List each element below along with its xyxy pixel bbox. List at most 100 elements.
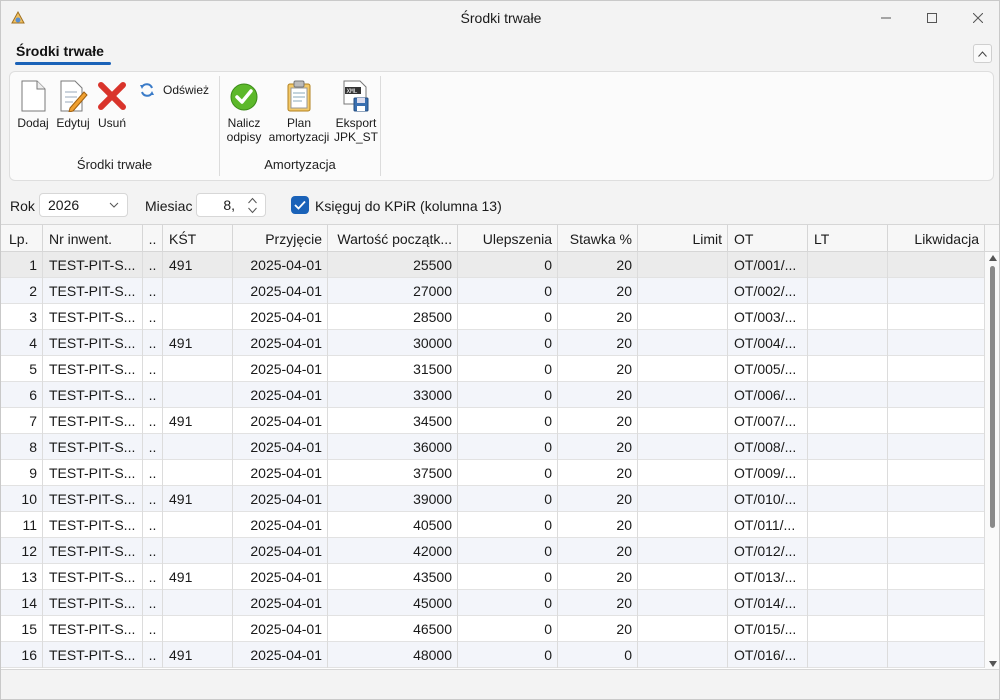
cell-wartosc[interactable]: 27000: [328, 278, 458, 304]
cell-lp[interactable]: 8: [1, 434, 43, 460]
cell-kst[interactable]: [163, 512, 233, 538]
cell-ulepszenia[interactable]: 0: [458, 486, 558, 512]
cell-ot[interactable]: OT/001/...: [728, 252, 808, 278]
cell-likwidacja[interactable]: [888, 616, 985, 642]
cell-lp[interactable]: 16: [1, 642, 43, 668]
cell-likwidacja[interactable]: [888, 486, 985, 512]
cell-wartosc[interactable]: 45000: [328, 590, 458, 616]
cell-narrow[interactable]: ..: [143, 486, 163, 512]
cell-stawka[interactable]: 20: [558, 616, 638, 642]
cell-narrow[interactable]: ..: [143, 512, 163, 538]
col-header-likwidacja[interactable]: Likwidacja: [888, 225, 985, 252]
cell-nr-inwent[interactable]: TEST-PIT-S...: [43, 434, 143, 460]
table-row[interactable]: 12 TEST-PIT-S..... 2025-04-01 42000 0 20 OT/01…: [1, 538, 985, 564]
cell-lp[interactable]: 12: [1, 538, 43, 564]
cell-limit[interactable]: [638, 486, 728, 512]
table-row[interactable]: 3 TEST-PIT-S..... 2025-04-01 28500 0 20 OT/003…: [1, 304, 985, 330]
table-row[interactable]: 4 TEST-PIT-S..... 491 2025-04-01 30000 0 20 OT/…: [1, 330, 985, 356]
cell-kst[interactable]: 491: [163, 252, 233, 278]
cell-ot[interactable]: OT/003/...: [728, 304, 808, 330]
cell-narrow[interactable]: ..: [143, 278, 163, 304]
cell-nr-inwent[interactable]: TEST-PIT-S...: [43, 486, 143, 512]
cell-nr-inwent[interactable]: TEST-PIT-S...: [43, 512, 143, 538]
cell-ot[interactable]: OT/002/...: [728, 278, 808, 304]
cell-lp[interactable]: 10: [1, 486, 43, 512]
cell-ulepszenia[interactable]: 0: [458, 304, 558, 330]
cell-kst[interactable]: [163, 590, 233, 616]
cell-nr-inwent[interactable]: TEST-PIT-S...: [43, 460, 143, 486]
delete-button[interactable]: Usuń: [95, 80, 129, 130]
cell-wartosc[interactable]: 37500: [328, 460, 458, 486]
cell-ot[interactable]: OT/016/...: [728, 642, 808, 668]
cell-stawka[interactable]: 20: [558, 304, 638, 330]
cell-ulepszenia[interactable]: 0: [458, 538, 558, 564]
add-button[interactable]: Dodaj: [15, 80, 51, 130]
cell-lp[interactable]: 4: [1, 330, 43, 356]
cell-stawka[interactable]: 20: [558, 252, 638, 278]
cell-stawka[interactable]: 0: [558, 642, 638, 668]
cell-przyjecie[interactable]: 2025-04-01: [233, 616, 328, 642]
cell-przyjecie[interactable]: 2025-04-01: [233, 434, 328, 460]
cell-ot[interactable]: OT/007/...: [728, 408, 808, 434]
spin-down-icon[interactable]: [248, 207, 257, 214]
cell-lt[interactable]: [808, 408, 888, 434]
table-row[interactable]: 6 TEST-PIT-S..... 2025-04-01 33000 0 20 OT/006…: [1, 382, 985, 408]
cell-ulepszenia[interactable]: 0: [458, 408, 558, 434]
cell-stawka[interactable]: 20: [558, 564, 638, 590]
cell-kst[interactable]: [163, 538, 233, 564]
cell-kst[interactable]: 491: [163, 330, 233, 356]
cell-ulepszenia[interactable]: 0: [458, 460, 558, 486]
col-header-lt[interactable]: LT: [808, 225, 888, 252]
cell-przyjecie[interactable]: 2025-04-01: [233, 408, 328, 434]
collapse-ribbon-button[interactable]: [973, 44, 992, 63]
cell-limit[interactable]: [638, 382, 728, 408]
cell-lt[interactable]: [808, 538, 888, 564]
cell-wartosc[interactable]: 40500: [328, 512, 458, 538]
cell-limit[interactable]: [638, 304, 728, 330]
cell-wartosc[interactable]: 46500: [328, 616, 458, 642]
table-row[interactable]: 13 TEST-PIT-S..... 491 2025-04-01 43500 0 20 OT…: [1, 564, 985, 590]
cell-lp[interactable]: 13: [1, 564, 43, 590]
cell-nr-inwent[interactable]: TEST-PIT-S...: [43, 252, 143, 278]
cell-lt[interactable]: [808, 382, 888, 408]
cell-przyjecie[interactable]: 2025-04-01: [233, 564, 328, 590]
scroll-down-icon[interactable]: [989, 661, 997, 667]
cell-lt[interactable]: [808, 486, 888, 512]
cell-lp[interactable]: 5: [1, 356, 43, 382]
cell-lt[interactable]: [808, 460, 888, 486]
col-header-nr-inwent[interactable]: Nr inwent.: [43, 225, 143, 252]
cell-narrow[interactable]: ..: [143, 252, 163, 278]
cell-narrow[interactable]: ..: [143, 538, 163, 564]
cell-przyjecie[interactable]: 2025-04-01: [233, 330, 328, 356]
cell-ot[interactable]: OT/008/...: [728, 434, 808, 460]
cell-stawka[interactable]: 20: [558, 278, 638, 304]
cell-wartosc[interactable]: 39000: [328, 486, 458, 512]
cell-limit[interactable]: [638, 564, 728, 590]
cell-stawka[interactable]: 20: [558, 330, 638, 356]
cell-limit[interactable]: [638, 512, 728, 538]
cell-wartosc[interactable]: 43500: [328, 564, 458, 590]
cell-limit[interactable]: [638, 460, 728, 486]
cell-ulepszenia[interactable]: 0: [458, 382, 558, 408]
col-header-ot[interactable]: OT: [728, 225, 808, 252]
col-header-narrow[interactable]: ..: [143, 225, 163, 252]
cell-lp[interactable]: 15: [1, 616, 43, 642]
cell-limit[interactable]: [638, 408, 728, 434]
cell-ot[interactable]: OT/006/...: [728, 382, 808, 408]
cell-lp[interactable]: 11: [1, 512, 43, 538]
table-row[interactable]: 8 TEST-PIT-S..... 2025-04-01 36000 0 20 OT/008…: [1, 434, 985, 460]
table-row[interactable]: 7 TEST-PIT-S..... 491 2025-04-01 34500 0 20 OT/…: [1, 408, 985, 434]
cell-likwidacja[interactable]: [888, 434, 985, 460]
cell-narrow[interactable]: ..: [143, 642, 163, 668]
cell-stawka[interactable]: 20: [558, 382, 638, 408]
cell-lt[interactable]: [808, 564, 888, 590]
cell-ulepszenia[interactable]: 0: [458, 434, 558, 460]
cell-limit[interactable]: [638, 252, 728, 278]
minimize-button[interactable]: [863, 1, 909, 35]
cell-likwidacja[interactable]: [888, 512, 985, 538]
cell-wartosc[interactable]: 25500: [328, 252, 458, 278]
cell-przyjecie[interactable]: 2025-04-01: [233, 538, 328, 564]
cell-wartosc[interactable]: 28500: [328, 304, 458, 330]
cell-ot[interactable]: OT/015/...: [728, 616, 808, 642]
cell-ot[interactable]: OT/011/...: [728, 512, 808, 538]
